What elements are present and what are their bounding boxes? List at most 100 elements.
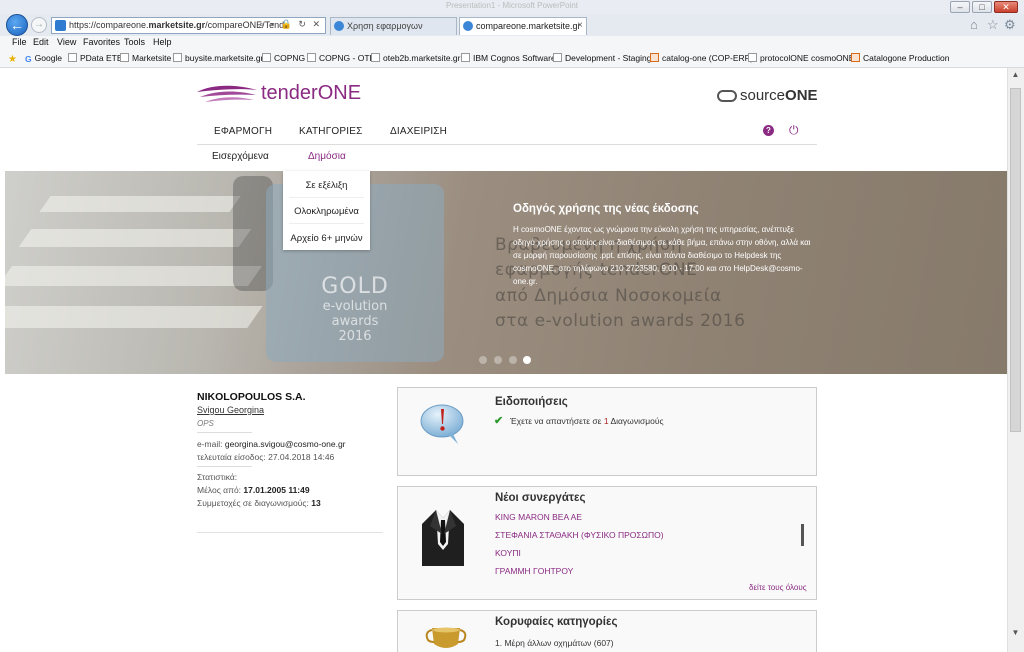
subnav-inbox[interactable]: Εισερχόμενα bbox=[212, 151, 269, 162]
tab-close-icon[interactable]: × bbox=[577, 20, 583, 31]
crosswalk-stripe bbox=[18, 229, 252, 247]
bookmark-development-staging[interactable]: Development - Staging bbox=[553, 53, 651, 63]
alert-bubble-icon bbox=[420, 404, 464, 444]
tab-favicon-icon bbox=[334, 21, 344, 31]
user-name-link[interactable]: Svigou Georgina bbox=[197, 405, 264, 415]
menu-view[interactable]: View bbox=[57, 37, 76, 47]
sourceone-logo-icon bbox=[717, 90, 737, 102]
bookmark-pdata[interactable]: PData ETE bbox=[68, 53, 123, 63]
dropdown-item-archive[interactable]: Αρχείο 6+ μηνών bbox=[283, 233, 370, 244]
dropdown-separator bbox=[289, 223, 364, 224]
minimize-button[interactable]: – bbox=[950, 1, 970, 13]
menu-help[interactable]: Help bbox=[153, 37, 172, 47]
bookmark-marketsite[interactable]: Marketsite bbox=[120, 53, 171, 63]
tuxedo-icon bbox=[422, 510, 464, 566]
bookmark-oteb2b[interactable]: oteb2b.marketsite.gr bbox=[371, 53, 460, 63]
forward-arrow-icon[interactable]: → bbox=[31, 17, 47, 33]
categories-title: Κορυφαίες κατηγορίες bbox=[495, 616, 618, 628]
window-close-button[interactable]: ✕ bbox=[994, 1, 1018, 13]
sourceone-logo[interactable]: sourceONE bbox=[717, 87, 818, 104]
back-arrow-icon[interactable]: ← bbox=[6, 14, 28, 36]
window-titlebar: Presentation1 - Microsoft PowerPoint – □… bbox=[0, 0, 1024, 14]
home-icon[interactable]: ⌂ bbox=[970, 17, 978, 32]
browser-tab-compareone[interactable]: compareone.marketsite.gr × bbox=[459, 17, 587, 35]
nav-categories[interactable]: ΚΑΤΗΓΟΡΙΕΣ bbox=[299, 126, 363, 137]
favorites-star-icon[interactable]: ★ bbox=[8, 53, 20, 65]
bookmark-catalog-one[interactable]: catalog-one (COP-ERP) bbox=[650, 53, 753, 63]
user-participations-line: Συμμετοχές σε διαγωνισμούς: 13 bbox=[197, 498, 321, 508]
user-stats-label: Στατιστικά: bbox=[197, 472, 238, 482]
bookmark-google[interactable]: G Google bbox=[25, 53, 62, 64]
user-divider bbox=[197, 466, 252, 467]
address-tools[interactable]: ⌕ ▾ 🔒 ↻ ✕ bbox=[259, 19, 322, 30]
help-icon[interactable]: ? bbox=[763, 125, 774, 136]
banner-ghost-line: στα e-volution awards 2016 bbox=[495, 311, 746, 331]
category-item[interactable]: 1. Μέρη άλλων οχημάτων (607) bbox=[495, 638, 614, 648]
partners-scrollbar[interactable] bbox=[801, 524, 804, 546]
partner-link[interactable]: ΚΟΥΠΙ bbox=[495, 548, 521, 558]
subnav-public[interactable]: Δημόσια bbox=[308, 151, 346, 162]
carousel-dot[interactable] bbox=[509, 356, 517, 364]
address-url[interactable]: https://compareone.marketsite.gr/compare… bbox=[69, 20, 284, 30]
window-title: Presentation1 - Microsoft PowerPoint bbox=[445, 1, 579, 10]
dropdown-separator bbox=[289, 197, 364, 198]
company-name: NIKOLOPOULOS S.A. bbox=[197, 391, 306, 403]
menu-tools[interactable]: Tools bbox=[124, 37, 145, 47]
partners-title: Νέοι συνεργάτες bbox=[495, 492, 586, 504]
user-email-line: e-mail: georgina.svigou@cosmo-one.gr bbox=[197, 439, 346, 449]
scroll-thumb[interactable] bbox=[1010, 88, 1021, 432]
carousel-dot[interactable] bbox=[494, 356, 502, 364]
carousel-dot-active[interactable] bbox=[523, 356, 531, 364]
favorites-bar: ★ G Google PData ETE Marketsite buysite.m… bbox=[0, 50, 1024, 68]
browser-tab-help[interactable]: Χρηση εφαρμογων bbox=[330, 17, 457, 35]
user-role: OPS bbox=[197, 419, 214, 428]
user-divider bbox=[197, 432, 252, 433]
menu-edit[interactable]: Edit bbox=[33, 37, 49, 47]
menu-bar: File Edit View Favorites Tools Help bbox=[0, 36, 1024, 50]
bookmark-copng[interactable]: COPNG bbox=[262, 53, 305, 63]
bookmark-copng-ote[interactable]: COPNG - OTE bbox=[307, 53, 375, 63]
nav-application[interactable]: ΕΦΑΡΜΟΓΗ bbox=[214, 126, 272, 137]
star-icon[interactable]: ☆ bbox=[987, 17, 999, 33]
menu-file[interactable]: File bbox=[12, 37, 27, 47]
trophy-icon bbox=[425, 627, 467, 648]
banner-title: Οδηγός χρήσης της νέας έκδοσης bbox=[513, 203, 699, 215]
check-icon: ✔ bbox=[494, 415, 504, 427]
notifications-title: Ειδοποιήσεις bbox=[495, 396, 568, 408]
tenderone-logo[interactable]: tenderONE bbox=[261, 82, 361, 105]
user-member-since-line: Μέλος από: 17.01.2005 11:49 bbox=[197, 485, 310, 495]
bookmark-catalogone-production[interactable]: Catalogone Production bbox=[851, 53, 949, 63]
tab-label: Χρηση εφαρμογων bbox=[347, 21, 423, 31]
see-all-partners-link[interactable]: δείτε τους όλους bbox=[749, 583, 807, 592]
dropdown-item-in-progress[interactable]: Σε εξέλιξη bbox=[283, 180, 370, 191]
address-bar[interactable]: https://compareone.marketsite.gr/compare… bbox=[51, 17, 326, 34]
partner-link[interactable]: KING MARON ΒΕΑ ΑΕ bbox=[495, 512, 582, 522]
bookmark-buysite[interactable]: buysite.marketsite.gr bbox=[173, 53, 263, 63]
public-dropdown-menu: Σε εξέλιξη Ολοκληρωμένα Αρχείο 6+ μηνών bbox=[283, 171, 370, 250]
notification-message[interactable]: Έχετε να απαντήσετε σε 1 Διαγωνισμούς bbox=[510, 416, 664, 426]
nav-management[interactable]: ΔΙΑΧΕΙΡΙΣΗ bbox=[390, 126, 447, 137]
crosswalk-stripe bbox=[39, 196, 241, 212]
crosswalk-stripe bbox=[5, 306, 263, 328]
gear-icon[interactable]: ⚙ bbox=[1004, 17, 1016, 33]
crosswalk-stripe bbox=[5, 266, 263, 286]
nav-divider bbox=[197, 144, 817, 145]
scroll-down-icon[interactable]: ▼ bbox=[1008, 628, 1023, 642]
award-badge-text: GOLD e-volution awards 2016 bbox=[321, 274, 389, 344]
bookmark-protocolone[interactable]: protocolONE cosmoONE bbox=[748, 53, 854, 63]
site-favicon-icon bbox=[55, 20, 66, 31]
user-panel-divider bbox=[197, 532, 383, 533]
partner-link[interactable]: ΓΡΑΜΜΗ ΓΟΗΤΡΟΥ bbox=[495, 566, 573, 576]
tab-favicon-icon bbox=[463, 21, 473, 31]
tenderone-logo-swoosh-icon bbox=[197, 85, 257, 102]
bookmark-ibm-cognos[interactable]: IBM Cognos Software bbox=[461, 53, 556, 63]
partner-link[interactable]: ΣΤΕΦΑΝΙΑ ΣΤΑΘΑΚΗ (ΦΥΣΙΚΟ ΠΡΟΣΩΠΟ) bbox=[495, 530, 664, 540]
dropdown-item-completed[interactable]: Ολοκληρωμένα bbox=[283, 206, 370, 217]
power-icon[interactable]: ⏻ bbox=[789, 123, 799, 138]
user-last-login-line: τελευταία είσοδος: 27.04.2018 14:46 bbox=[197, 452, 335, 462]
maximize-button[interactable]: □ bbox=[972, 1, 992, 13]
carousel-dot[interactable] bbox=[479, 356, 487, 364]
tab-label: compareone.marketsite.gr bbox=[476, 21, 581, 31]
menu-favorites[interactable]: Favorites bbox=[83, 37, 120, 47]
scroll-up-icon[interactable]: ▲ bbox=[1008, 70, 1023, 84]
